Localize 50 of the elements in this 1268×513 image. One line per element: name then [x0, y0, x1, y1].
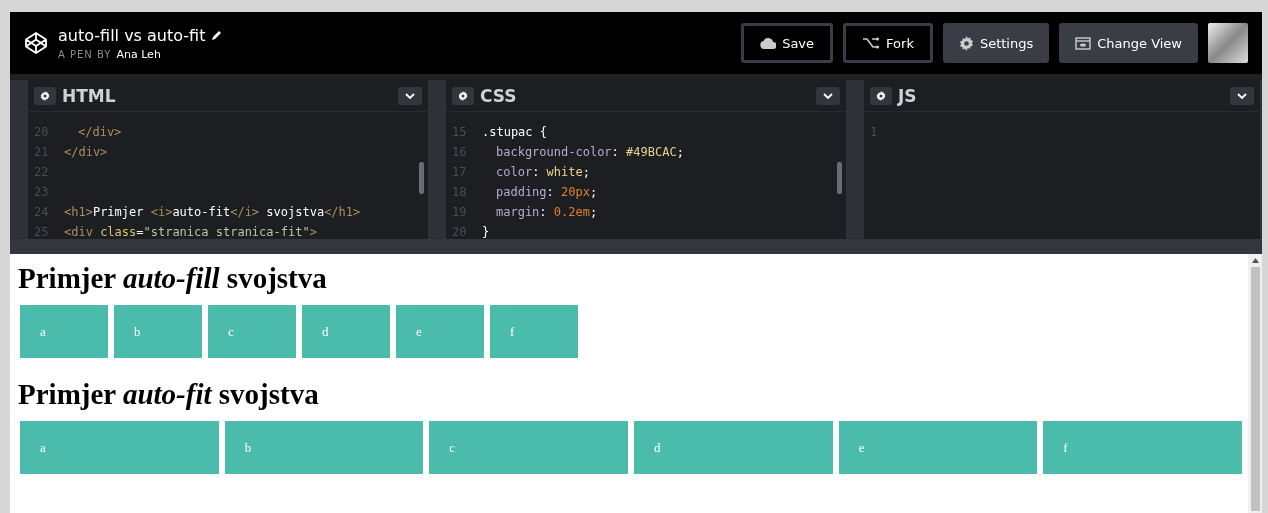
chevron-icon[interactable]	[398, 86, 422, 105]
code-line: <h1>Primjer <i>auto-fit</i> svojstva</h1>	[64, 204, 361, 221]
grid-tile: c	[429, 421, 628, 474]
fork-button[interactable]: Fork	[843, 23, 933, 63]
scrollbar-thumb[interactable]	[419, 162, 424, 194]
chevron-icon[interactable]	[1230, 86, 1254, 105]
preview-heading: Primjer auto-fit svojstva	[18, 378, 320, 411]
settings-icon[interactable]	[34, 86, 56, 105]
grid-tile: d	[634, 421, 833, 474]
settings-icon[interactable]	[452, 86, 474, 105]
grid-tile: c	[208, 305, 296, 358]
scrollbar-thumb[interactable]	[1250, 267, 1260, 511]
code-line: margin: 0.2em;	[495, 204, 598, 221]
code-line: padding: 20px;	[495, 184, 598, 201]
cube-logo-icon[interactable]	[24, 31, 48, 55]
save-button[interactable]: Save	[741, 23, 834, 63]
code-line: }	[482, 224, 490, 239]
fork-icon	[862, 37, 881, 49]
code-line: </div>	[64, 144, 108, 161]
code-line: color: white;	[495, 164, 590, 181]
settings-icon	[958, 35, 974, 51]
settings-button[interactable]: Settings	[942, 23, 1050, 63]
cloud-icon	[760, 37, 777, 49]
grid-tile: b	[114, 305, 202, 358]
scrollbar-thumb[interactable]	[837, 162, 842, 194]
grid-tile: f	[490, 305, 578, 358]
code-line: </div>	[77, 124, 122, 141]
window-icon	[1075, 36, 1092, 50]
editor-title: JS	[898, 85, 918, 106]
byline-label: A PEN BY	[58, 48, 112, 60]
settings-icon[interactable]	[870, 86, 892, 105]
grid-tile: a	[20, 305, 108, 358]
editor-title: HTML	[62, 85, 117, 106]
chevron-icon[interactable]	[816, 86, 840, 105]
code-line: .stupac {	[482, 124, 548, 141]
view-button[interactable]: Change View	[1059, 23, 1198, 63]
editor-title: CSS	[480, 85, 518, 106]
grid-tile: a	[20, 421, 219, 474]
pen-title: auto-fill vs auto-fit	[58, 25, 206, 45]
grid-tile: f	[1043, 421, 1243, 474]
grid-tile: d	[302, 305, 390, 358]
grid-tile: e	[838, 421, 1038, 474]
grid-tile: e	[396, 305, 484, 358]
code-line: <div class="stranica stranica-fit">	[64, 224, 317, 239]
preview-heading: Primjer auto-fill svojstva	[18, 262, 328, 295]
grid-tile: b	[224, 421, 424, 474]
scroll-up-icon[interactable]	[1251, 258, 1259, 263]
code-line: background-color: #49BCAC;	[495, 144, 684, 161]
pencil-icon[interactable]	[211, 29, 223, 41]
author-link[interactable]: Ana Leh	[116, 47, 161, 61]
